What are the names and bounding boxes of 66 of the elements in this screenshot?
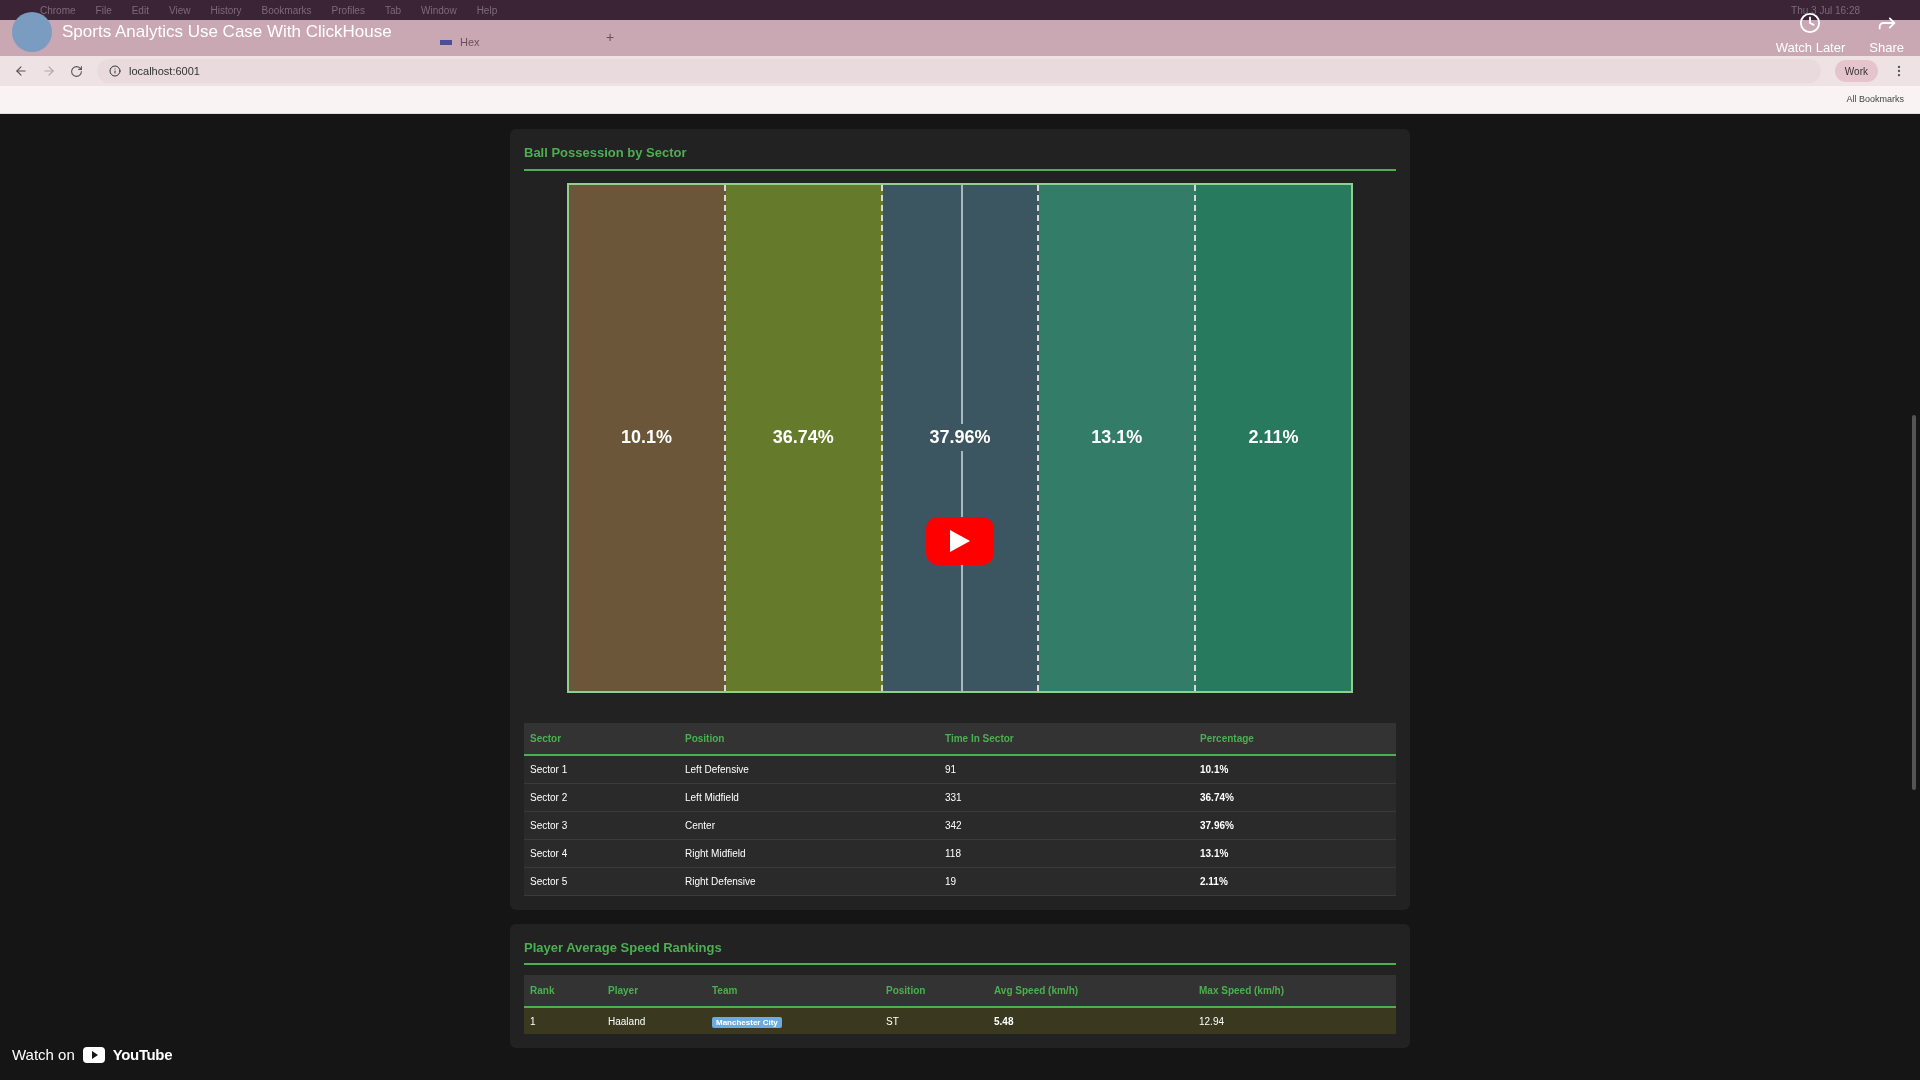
clock-icon bbox=[1799, 12, 1822, 34]
table-cell-text: 37.96% bbox=[1200, 818, 1235, 833]
video-title[interactable]: Sports Analytics Use Case With ClickHouse bbox=[62, 19, 392, 45]
column-header: Player bbox=[608, 984, 640, 998]
menu-item[interactable]: History bbox=[210, 2, 242, 18]
table-cell-text: Sector 4 bbox=[530, 846, 569, 861]
table-cell-text: 331 bbox=[945, 790, 963, 805]
card-title: Player Average Speed Rankings bbox=[524, 937, 1396, 965]
column-header: Avg Speed (km/h) bbox=[994, 984, 1080, 998]
table-cell-text: Right Defensive bbox=[685, 874, 757, 889]
table-cell-text: 19 bbox=[945, 874, 958, 889]
sector-percentage: 37.96% bbox=[927, 424, 993, 451]
table-cell-text: Right Midfield bbox=[685, 846, 747, 861]
table-cell-text: Center bbox=[685, 818, 716, 833]
table-cell-text: 2.11% bbox=[1200, 874, 1229, 889]
overlay-action[interactable]: Share bbox=[1869, 12, 1904, 58]
table-cell-text: Sector 5 bbox=[530, 874, 569, 889]
info-icon bbox=[109, 65, 121, 77]
team-badge: Manchester City bbox=[712, 1016, 782, 1028]
table-cell-text: 1 bbox=[530, 1014, 537, 1029]
table-cell-text: ST bbox=[886, 1014, 900, 1029]
watch-on-youtube[interactable]: Watch on YouTube bbox=[12, 1043, 173, 1066]
bookmarks-folder[interactable]: All Bookmarks bbox=[1846, 92, 1904, 107]
new-tab-button[interactable]: + bbox=[606, 27, 615, 48]
table-cell-text: Sector 2 bbox=[530, 790, 569, 805]
column-header: Team bbox=[712, 984, 739, 998]
menu-item[interactable]: Chrome bbox=[40, 2, 76, 18]
table-cell-text: 12.94 bbox=[1199, 1014, 1226, 1029]
menu-item[interactable]: View bbox=[168, 2, 191, 18]
table-cell-text: 342 bbox=[945, 818, 963, 833]
column-header: Position bbox=[886, 984, 927, 998]
play-icon bbox=[950, 530, 970, 552]
table-cell-text: 10.1% bbox=[1200, 762, 1230, 777]
column-header: Position bbox=[685, 731, 726, 746]
back-icon[interactable] bbox=[14, 64, 28, 78]
play-button[interactable] bbox=[926, 517, 994, 565]
menu-item[interactable]: Tab bbox=[384, 2, 402, 18]
table-cell-text: Left Midfield bbox=[685, 790, 740, 805]
column-header: Time In Sector bbox=[945, 731, 1015, 746]
menu-item[interactable]: Window bbox=[421, 2, 457, 18]
menu-item[interactable]: Bookmarks bbox=[261, 2, 312, 18]
table-cell-text: Sector 3 bbox=[530, 818, 569, 833]
column-header: Rank bbox=[530, 984, 556, 998]
tab-favicon-icon bbox=[440, 39, 452, 45]
menu-item[interactable]: Help bbox=[476, 2, 498, 18]
table-cell-text: Sector 1 bbox=[530, 762, 569, 777]
menu-item[interactable]: File bbox=[95, 2, 112, 18]
column-header: Max Speed (km/h) bbox=[1199, 984, 1286, 998]
table-cell-text: Haaland bbox=[608, 1014, 647, 1029]
column-header: Percentage bbox=[1200, 731, 1255, 746]
card-title: Ball Possession by Sector bbox=[524, 143, 1396, 171]
table-cell-text: 13.1% bbox=[1200, 846, 1230, 861]
table-cell-text: 36.74% bbox=[1200, 790, 1235, 805]
menu-item[interactable]: Profiles bbox=[331, 2, 365, 18]
column-header: Sector bbox=[530, 731, 563, 746]
clock: Thu 3 Jul 16:28 bbox=[1791, 3, 1860, 18]
youtube-logo-icon bbox=[82, 1046, 105, 1063]
address-field[interactable]: localhost:6001 bbox=[97, 59, 1821, 83]
profile-button[interactable]: Work bbox=[1834, 60, 1878, 82]
table-cell-text: Left Defensive bbox=[685, 762, 750, 777]
table-cell-text: 118 bbox=[945, 846, 962, 861]
table-cell-text: 91 bbox=[945, 762, 958, 777]
table-cell-text: 5.48 bbox=[994, 1014, 1015, 1029]
menu-item[interactable]: Edit bbox=[131, 2, 149, 18]
reload-icon[interactable] bbox=[70, 64, 83, 78]
browser-tab[interactable]: Hex bbox=[430, 28, 600, 56]
